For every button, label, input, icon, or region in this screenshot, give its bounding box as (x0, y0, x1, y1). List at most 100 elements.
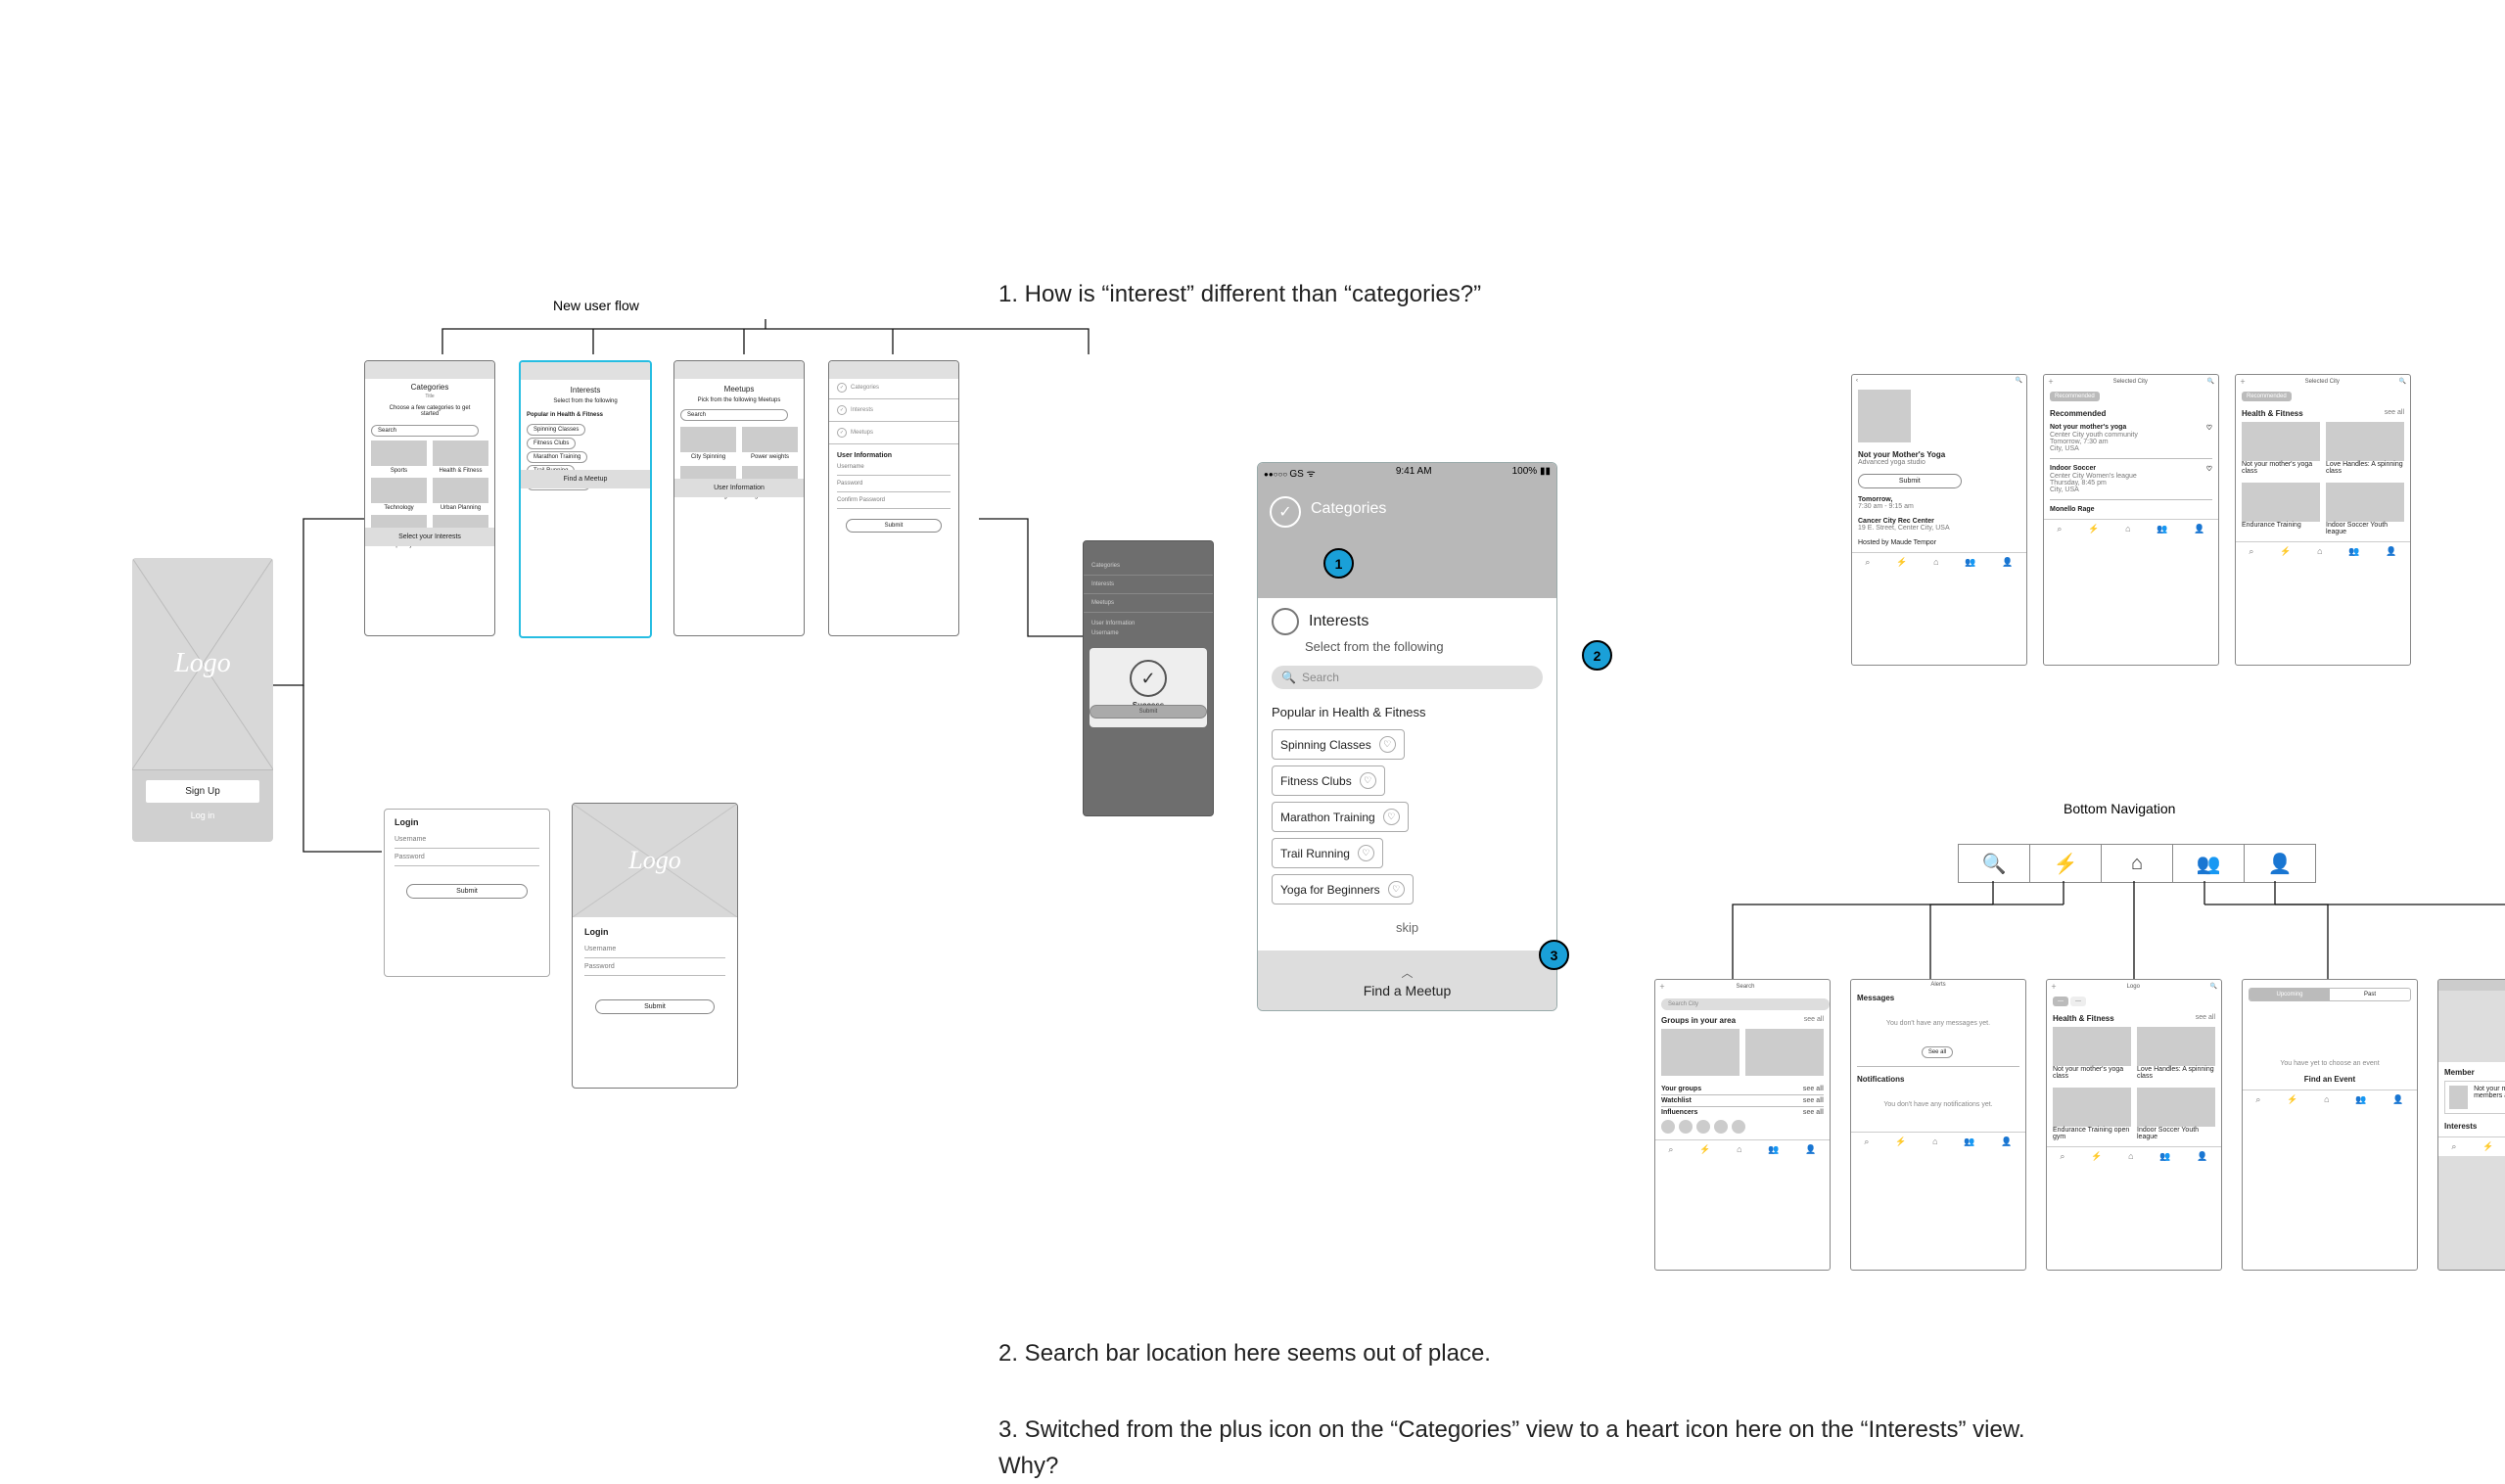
login-submit-button[interactable]: Submit (406, 884, 528, 899)
home-icon[interactable]: ⌂ (1932, 1136, 1937, 1147)
feed-evt2-title[interactable]: Indoor Soccer (2050, 465, 2096, 473)
groups-icon[interactable]: 👥 (2355, 1094, 2366, 1105)
success-submit-button[interactable]: Submit (1090, 705, 1207, 719)
search-icon[interactable]: ⌕ (1668, 1144, 1673, 1155)
groups-icon[interactable]: 👥 (2348, 546, 2359, 557)
tab-upcoming[interactable]: Upcoming (2250, 989, 2330, 1000)
card-soccer[interactable]: Indoor Soccer Youth league (2326, 522, 2404, 535)
search-icon[interactable]: 🔍 (2210, 983, 2217, 990)
search-icon[interactable]: ⌕ (2060, 1151, 2064, 1162)
alerts-icon[interactable]: ⚡ (1896, 557, 1907, 568)
search-see-all[interactable]: see all (1804, 1016, 1824, 1025)
alerts-icon[interactable]: ⚡ (2280, 546, 2291, 557)
heart-icon[interactable]: ♡ (2206, 424, 2212, 432)
search-icon[interactable]: 🔍 (2207, 378, 2214, 385)
plus-icon[interactable]: ＋ (2051, 982, 2057, 991)
profile-icon[interactable]: 👤 (2194, 524, 2204, 534)
search-icon[interactable]: ⌕ (1864, 1136, 1869, 1147)
find-meetup-button[interactable]: Find a Meetup (521, 470, 650, 488)
login-password-field[interactable]: Password (394, 851, 539, 863)
influencers[interactable]: Influencers (1661, 1109, 1697, 1116)
profile-icon[interactable]: 👤 (2392, 1094, 2403, 1105)
search-icon[interactable]: 🔍 (2016, 377, 2022, 384)
your-groups[interactable]: Your groups (1661, 1086, 1701, 1092)
alerts-icon[interactable]: ⚡ (1699, 1144, 1710, 1155)
home-card-endurance[interactable]: Endurance Training open gym (2053, 1127, 2131, 1140)
heart-icon[interactable]: ♡ (1358, 845, 1374, 861)
heart-icon[interactable]: ♡ (2206, 465, 2212, 473)
skip-link[interactable]: skip (1272, 910, 1543, 945)
search-icon[interactable]: ⌕ (2249, 546, 2253, 557)
card-love-handles[interactable]: Love Handles: A spinning class (2326, 461, 2404, 475)
see-all-link[interactable]: see all (1803, 1109, 1824, 1116)
nav-groups-icon[interactable]: 👥 (2173, 845, 2245, 882)
login-username-field[interactable]: Username (394, 833, 539, 846)
logo-login-username[interactable]: Username (584, 943, 725, 955)
alerts-icon[interactable]: ⚡ (1895, 1136, 1906, 1147)
card-endurance[interactable]: Endurance Training (2242, 522, 2320, 529)
search-icon[interactable]: ⌕ (2255, 1094, 2260, 1105)
field-username[interactable]: Username (837, 461, 951, 473)
login-link[interactable]: Log in (146, 803, 259, 820)
plus-icon[interactable]: ＋ (2048, 377, 2054, 386)
cat-health[interactable]: Health & Fitness (433, 466, 488, 474)
back-chevron-icon[interactable]: ‹ (1856, 378, 1858, 384)
alerts-icon[interactable]: ⚡ (2287, 1094, 2297, 1105)
meetup-power[interactable]: Power weights (742, 452, 798, 460)
profile-icon[interactable]: 👤 (2002, 557, 2013, 568)
groups-icon[interactable]: 👥 (2159, 1151, 2170, 1162)
home-icon[interactable]: ⌂ (1933, 557, 1938, 568)
event-submit-button[interactable]: Submit (1858, 474, 1962, 488)
alerts-icon[interactable]: ⚡ (2482, 1141, 2493, 1152)
select-interests-button[interactable]: Select your Interests (365, 528, 494, 546)
meetup-spin[interactable]: City Spinning (680, 452, 736, 460)
profile-icon[interactable]: 👤 (2001, 1136, 2012, 1147)
alerts-icon[interactable]: ⚡ (2088, 524, 2099, 534)
cat-tech[interactable]: Technology (371, 503, 427, 511)
search-input[interactable]: 🔍 Search (1272, 666, 1543, 689)
userinfo-submit-button[interactable]: Submit (846, 519, 943, 533)
chip-yoga-beginners[interactable]: Yoga for Beginners♡ (1272, 874, 1414, 904)
chip-fitness-clubs[interactable]: Fitness Clubs♡ (1272, 765, 1385, 796)
home-card-soccer[interactable]: Indoor Soccer Youth league (2137, 1127, 2215, 1140)
card-yoga[interactable]: Not your mother's yoga class (2242, 461, 2320, 475)
heart-icon[interactable]: ♡ (1360, 772, 1376, 789)
search-city-input[interactable]: Search City (1661, 998, 1830, 1010)
chip-trail-running[interactable]: Trail Running♡ (1272, 838, 1383, 868)
profile-icon[interactable]: 👤 (2197, 1151, 2207, 1162)
feed-evt1-title[interactable]: Not your mother's yoga (2050, 424, 2126, 432)
tab-past[interactable]: Past (2330, 989, 2410, 1000)
user-info-button[interactable]: User Information (674, 479, 804, 497)
messages-see-all[interactable]: See all (1922, 1046, 1953, 1058)
nav-profile-icon[interactable]: 👤 (2245, 845, 2315, 882)
search-icon[interactable]: ⌕ (1865, 557, 1870, 568)
search-icon[interactable]: ⌕ (2057, 524, 2062, 534)
home-card-spin[interactable]: Love Handles: A spinning class (2137, 1066, 2215, 1080)
chip-spinning[interactable]: Spinning Classes (527, 424, 585, 436)
nav-alerts-icon[interactable]: ⚡ (2030, 845, 2102, 882)
profile-icon[interactable]: 👤 (1805, 1144, 1816, 1155)
see-all-link[interactable]: see all (1803, 1097, 1824, 1104)
heart-icon[interactable]: ♡ (1383, 809, 1400, 825)
home-icon[interactable]: ⌂ (2324, 1094, 2329, 1105)
logo-login-password[interactable]: Password (584, 960, 725, 973)
see-all-link[interactable]: see all (2385, 409, 2404, 418)
chip-marathon-training[interactable]: Marathon Training♡ (1272, 802, 1409, 832)
tab-recommended[interactable]: Recommended (2242, 392, 2292, 401)
chip-fitness[interactable]: Fitness Clubs (527, 438, 576, 449)
field-confirm[interactable]: Confirm Password (837, 494, 951, 506)
groups-icon[interactable]: 👥 (2157, 524, 2167, 534)
alerts-icon[interactable]: ⚡ (2091, 1151, 2102, 1162)
home-icon[interactable]: ⌂ (2317, 546, 2322, 557)
signup-button[interactable]: Sign Up (146, 780, 259, 803)
member-card[interactable]: Not your mothers yoga class: 30 members … (2444, 1081, 2505, 1114)
cat-urban[interactable]: Urban Planning (433, 503, 488, 511)
home-see-all[interactable]: see all (2196, 1014, 2215, 1023)
find-a-meetup-button[interactable]: ︿ Find a Meetup (1258, 951, 1556, 1010)
search-icon[interactable]: 🔍 (2399, 378, 2406, 385)
home-card-yoga[interactable]: Not your mother's yoga class (2053, 1066, 2131, 1080)
chip-marathon[interactable]: Marathon Training (527, 451, 587, 463)
heart-icon[interactable]: ♡ (1388, 881, 1405, 898)
watchlist[interactable]: Watchlist (1661, 1097, 1692, 1104)
cat-sports[interactable]: Sports (371, 466, 427, 474)
